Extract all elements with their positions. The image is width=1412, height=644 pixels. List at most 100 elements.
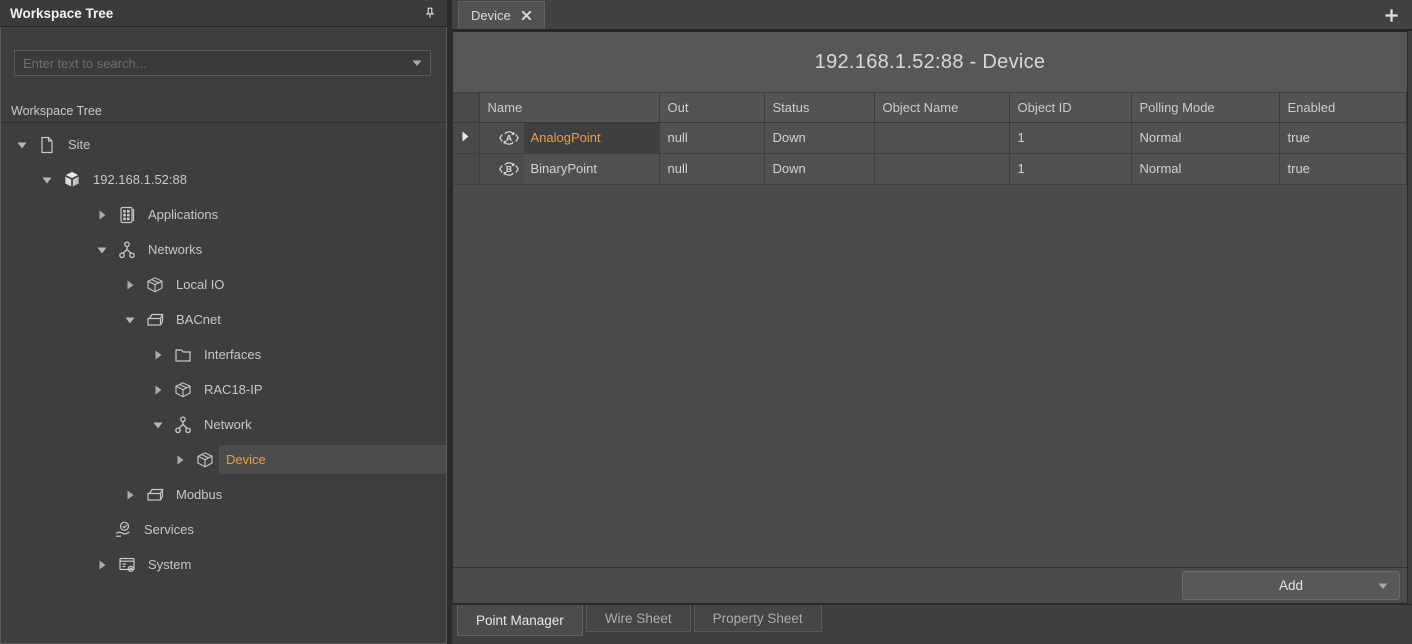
document-tab-bar: Device <box>452 0 1412 31</box>
name-cell: B BinaryPoint <box>479 153 659 184</box>
tree-item-label: Services <box>144 522 194 537</box>
out-cell: null <box>659 122 764 153</box>
svg-text:B: B <box>505 164 511 174</box>
view-title: 192.168.1.52:88 - Device <box>453 32 1407 93</box>
expander-right-icon[interactable] <box>152 348 164 362</box>
points-table-area: NameOutStatusObject NameObject IDPolling… <box>453 93 1407 567</box>
protocol-stack-icon <box>145 310 165 330</box>
tree-item-applications[interactable]: Applications <box>1 197 446 232</box>
column-header-object-id[interactable]: Object ID <box>1009 93 1131 122</box>
tree-item-networks[interactable]: Networks <box>1 232 446 267</box>
expander-right-icon[interactable] <box>124 278 136 292</box>
tree-item-network[interactable]: Network <box>1 407 446 442</box>
view-tab-wire-sheet[interactable]: Wire Sheet <box>586 605 691 632</box>
column-header-status[interactable]: Status <box>764 93 874 122</box>
add-button[interactable]: Add <box>1182 571 1400 600</box>
tree-item-label: 192.168.1.52:88 <box>93 172 187 187</box>
row-selector-arrow-icon <box>462 131 469 142</box>
object-name-cell <box>874 122 1009 153</box>
tree-item-device[interactable]: Device <box>1 442 446 477</box>
protocol-stack-icon <box>145 485 165 505</box>
status-cell: Down <box>764 153 874 184</box>
tree-item-services[interactable]: Services <box>1 512 446 547</box>
tree-section-label: Workspace Tree <box>1 100 446 123</box>
chevron-down-icon[interactable] <box>412 60 422 67</box>
object-name-cell <box>874 153 1009 184</box>
tree-item-label: System <box>148 557 191 572</box>
services-icon <box>113 520 133 540</box>
expander-right-icon[interactable] <box>152 383 164 397</box>
column-header-enabled[interactable]: Enabled <box>1279 93 1407 122</box>
tree-item-rac18-ip[interactable]: RAC18-IP <box>1 372 446 407</box>
tree-item-system[interactable]: System <box>1 547 446 582</box>
svg-text:A: A <box>505 133 511 143</box>
controller-icon <box>62 170 82 190</box>
tree-item-label: Network <box>204 417 252 432</box>
tree-item-192-168-1-52-88[interactable]: 192.168.1.52:88 <box>1 162 446 197</box>
tree-item-label: BACnet <box>176 312 221 327</box>
expander-down-icon[interactable] <box>16 138 28 152</box>
column-header-name[interactable]: Name <box>479 93 659 122</box>
workspace-tree-panel: Workspace Tree Workspace Tree Site 192.16… <box>0 0 452 644</box>
row-selector-cell <box>453 122 479 153</box>
tree-item-interfaces[interactable]: Interfaces <box>1 337 446 372</box>
close-icon[interactable] <box>521 10 532 21</box>
workspace-tree: Site 192.168.1.52:88 Applications Networks L… <box>1 123 446 643</box>
io-module-icon <box>145 275 165 295</box>
status-cell: Down <box>764 122 874 153</box>
table-row-analogpoint[interactable]: AAnalogPointnullDown1Normaltrue <box>453 122 1407 153</box>
tree-item-bacnet[interactable]: BACnet <box>1 302 446 337</box>
document-icon <box>37 135 57 155</box>
tree-item-local-io[interactable]: Local IO <box>1 267 446 302</box>
workspace-tree-panel-header: Workspace Tree <box>0 0 447 27</box>
expander-right-icon[interactable] <box>174 453 186 467</box>
io-module-icon <box>173 380 193 400</box>
expander-right-icon[interactable] <box>96 558 108 572</box>
table-row-binarypoint[interactable]: BBinaryPointnullDown1Normaltrue <box>453 153 1407 184</box>
expander-down-icon[interactable] <box>96 243 108 257</box>
tree-item-label: Site <box>68 137 90 152</box>
expander-down-icon[interactable] <box>41 173 53 187</box>
network-icon <box>117 240 137 260</box>
view-tab-property-sheet[interactable]: Property Sheet <box>694 605 822 632</box>
expander-down-icon[interactable] <box>152 418 164 432</box>
expander-down-icon[interactable] <box>124 313 136 327</box>
new-tab-plus-icon[interactable] <box>1384 8 1399 23</box>
search-box <box>14 50 431 76</box>
view-tab-point-manager[interactable]: Point Manager <box>457 605 583 636</box>
tree-item-label: Interfaces <box>204 347 261 362</box>
expander-right-icon[interactable] <box>124 488 136 502</box>
folder-icon <box>173 345 193 365</box>
column-header-object-name[interactable]: Object Name <box>874 93 1009 122</box>
name-cell: AAnalogPoint <box>479 122 659 153</box>
tab-device[interactable]: Device <box>458 1 545 29</box>
expander-spacer <box>96 523 104 537</box>
tab-label: Device <box>471 8 511 23</box>
column-header-out[interactable]: Out <box>659 93 764 122</box>
tree-item-label: RAC18-IP <box>204 382 263 397</box>
analog-point-icon: A <box>498 128 520 148</box>
tree-item-modbus[interactable]: Modbus <box>1 477 446 512</box>
panel-title: Workspace Tree <box>10 6 113 21</box>
system-icon <box>117 555 137 575</box>
tree-item-label: Device <box>226 452 266 467</box>
tree-item-label: Applications <box>148 207 218 222</box>
expander-right-icon[interactable] <box>96 208 108 222</box>
enabled-cell: true <box>1279 153 1407 184</box>
row-selector-cell <box>453 153 479 184</box>
search-input[interactable] <box>14 50 431 76</box>
point-name: BinaryPoint <box>524 154 659 184</box>
object-id-cell: 1 <box>1009 153 1131 184</box>
io-module-icon <box>195 450 215 470</box>
pin-icon[interactable] <box>423 6 437 20</box>
table-header-row: NameOutStatusObject NameObject IDPolling… <box>453 93 1407 122</box>
binary-point-icon: B <box>498 159 520 179</box>
tree-item-site[interactable]: Site <box>1 127 446 162</box>
row-selector-header <box>453 93 479 122</box>
tree-item-label: Local IO <box>176 277 224 292</box>
out-cell: null <box>659 153 764 184</box>
device-view: 192.168.1.52:88 - Device NameOutStatusOb… <box>452 31 1408 604</box>
column-header-polling-mode[interactable]: Polling Mode <box>1131 93 1279 122</box>
view-tab-strip: Point ManagerWire SheetProperty Sheet <box>452 604 1412 644</box>
network-icon <box>173 415 193 435</box>
